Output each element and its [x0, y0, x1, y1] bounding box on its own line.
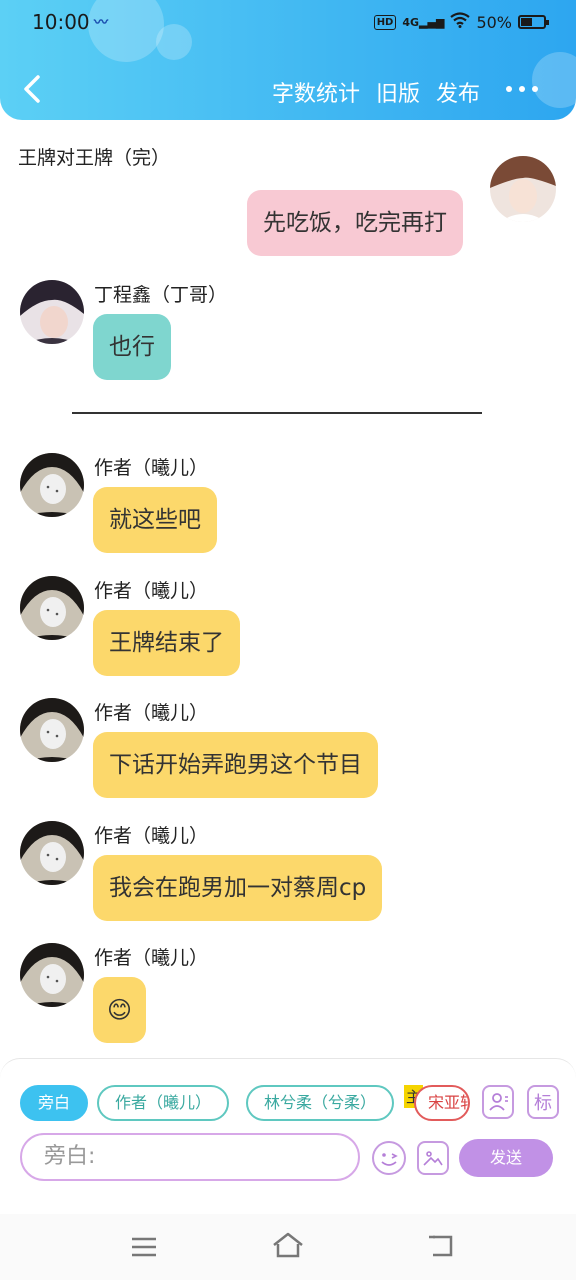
status-indicators: HD 4G▂▄▆ 50% [373, 12, 549, 32]
mark-button[interactable]: 标 [527, 1085, 559, 1119]
battery-icon [518, 15, 549, 29]
battery-percent: 50% [476, 12, 512, 32]
avatar[interactable] [20, 698, 84, 762]
divider [72, 412, 482, 414]
avatar[interactable] [20, 943, 84, 1007]
profile-icon[interactable] [482, 1085, 514, 1119]
sender-name: 作者（曦儿） [94, 702, 209, 724]
sender-name: 作者（曦儿） [94, 457, 209, 479]
avatar[interactable] [490, 156, 556, 222]
word-count-button[interactable]: 字数统计 [272, 76, 360, 108]
wifi-icon [450, 12, 471, 32]
message-input[interactable]: 旁白: [20, 1133, 360, 1181]
back-arrow-icon[interactable] [18, 72, 48, 106]
compose-toolbar: 旁白 作者（曦儿） 林兮柔（兮柔） 主 宋亚轩 标 旁白: 发送 [0, 1058, 576, 1214]
home-icon[interactable] [272, 1232, 304, 1262]
nav-links: 字数统计 旧版 发布 [272, 76, 480, 108]
message-bubble[interactable]: 先吃饭，吃完再打 [247, 190, 463, 256]
avatar[interactable] [20, 280, 84, 344]
chapter-title: 王牌对王牌（完） [18, 147, 171, 169]
avatar[interactable] [20, 821, 84, 885]
message-bubble[interactable]: 就这些吧 [93, 487, 217, 553]
message-bubble[interactable]: 我会在跑男加一对蔡周cp [93, 855, 383, 921]
menu-icon[interactable] [131, 1236, 157, 1262]
old-version-button[interactable]: 旧版 [376, 76, 420, 108]
app-notification-icon: 〰 [94, 15, 108, 31]
nav-bar: 字数统计 旧版 发布 [0, 60, 576, 120]
role-chip-author[interactable]: 作者（曦儿） [97, 1085, 230, 1121]
message-bubble[interactable]: 😊 [93, 977, 147, 1043]
avatar[interactable] [20, 453, 84, 517]
message-bubble[interactable]: 下话开始弄跑男这个节目 [93, 732, 378, 798]
hd-badge: HD [373, 14, 397, 30]
battery-fill [521, 18, 532, 26]
role-chip-narration[interactable]: 旁白 [20, 1085, 89, 1121]
status-time: 10:00 [32, 10, 90, 34]
signal-icon: 4G▂▄▆ [402, 15, 445, 29]
status-bar: 10:00 〰 HD 4G▂▄▆ 50% [0, 0, 576, 46]
more-icon[interactable] [506, 86, 538, 92]
sender-name: 作者（曦儿） [94, 580, 209, 602]
avatar[interactable] [20, 576, 84, 640]
role-chip-character[interactable]: 宋亚轩 [414, 1085, 470, 1121]
send-button[interactable]: 发送 [459, 1139, 553, 1177]
message-bubble[interactable]: 也行 [93, 314, 171, 380]
signal-label: 4G [402, 15, 420, 29]
role-chip-character[interactable]: 林兮柔（兮柔） [246, 1085, 395, 1121]
sender-name: 丁程鑫（丁哥） [94, 284, 228, 306]
app-header: 10:00 〰 HD 4G▂▄▆ 50% 字数统计 旧版 发布 [0, 0, 576, 120]
emoji-icon[interactable] [372, 1141, 406, 1175]
message-bubble[interactable]: 王牌结束了 [93, 610, 240, 676]
sender-name: 作者（曦儿） [94, 947, 209, 969]
back-icon[interactable] [427, 1234, 455, 1262]
image-icon[interactable] [417, 1141, 449, 1175]
system-nav-bar [0, 1214, 576, 1280]
publish-button[interactable]: 发布 [436, 76, 480, 108]
sender-name: 作者（曦儿） [94, 825, 209, 847]
